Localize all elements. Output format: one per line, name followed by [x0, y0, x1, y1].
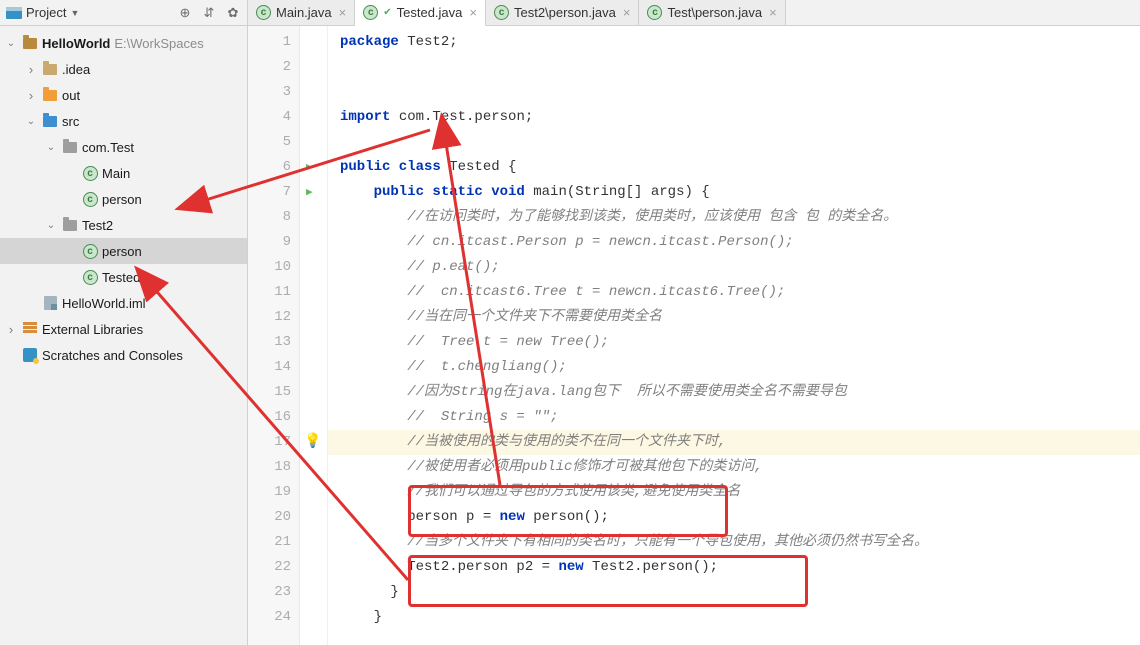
tree-label: Test2 — [82, 218, 113, 233]
tree-node-idea[interactable]: .idea — [0, 56, 247, 82]
class-icon: c — [494, 5, 509, 20]
scratch-icon — [23, 348, 37, 362]
tree-label: .idea — [62, 62, 90, 77]
tree-label: Tested — [102, 270, 140, 285]
close-icon[interactable]: × — [339, 5, 347, 20]
sidebar-toolbar: Project ▼ ⊕ ⇵ ✿ — [0, 0, 247, 26]
folder-icon — [43, 64, 57, 75]
tree-label: com.Test — [82, 140, 134, 155]
tree-label: HelloWorld — [42, 36, 110, 51]
tab-label: Test\person.java — [667, 5, 762, 20]
module-folder-icon — [23, 38, 37, 49]
code-content[interactable]: package Test2; import com.Test.person; p… — [328, 26, 1140, 645]
line-gutter: 123456789101112131415161718192021222324 — [248, 26, 300, 645]
tree-node-main[interactable]: c Main — [0, 160, 247, 186]
tree-label: person — [102, 244, 142, 259]
tree-node-test2[interactable]: Test2 — [0, 212, 247, 238]
editor-tabs: c Main.java × c ✔ Tested.java × c Test2\… — [248, 0, 1140, 26]
tree-label: HelloWorld.iml — [62, 296, 146, 311]
library-icon — [23, 322, 37, 336]
source-folder-icon — [43, 116, 57, 127]
run-icon[interactable]: ▶ — [306, 156, 313, 181]
package-icon — [63, 142, 77, 153]
class-icon: c — [256, 5, 271, 20]
chevron-down-icon[interactable]: ▼ — [70, 8, 79, 18]
project-sidebar: Project ▼ ⊕ ⇵ ✿ HelloWorld E:\WorkSpaces… — [0, 0, 248, 645]
close-icon[interactable]: × — [623, 5, 631, 20]
tree-label: Main — [102, 166, 130, 181]
check-icon: ✔ — [383, 7, 391, 18]
tab-test2-person[interactable]: c Test2\person.java × — [486, 0, 640, 25]
tree-node-src[interactable]: src — [0, 108, 247, 134]
tree-node-iml[interactable]: HelloWorld.iml — [0, 290, 247, 316]
tree-label: out — [62, 88, 80, 103]
class-icon: c — [83, 166, 98, 181]
tab-label: Main.java — [276, 5, 332, 20]
class-icon: c — [363, 5, 378, 20]
run-icon[interactable]: ▶ — [306, 181, 313, 206]
gutter-extras: ▶ ▶ 💡 — [300, 26, 328, 645]
close-icon[interactable]: × — [469, 5, 477, 20]
tree-node-person-comtest[interactable]: c person — [0, 186, 247, 212]
project-tree: HelloWorld E:\WorkSpaces .idea out src — [0, 26, 247, 372]
tree-label: src — [62, 114, 79, 129]
class-icon: c — [83, 270, 98, 285]
tab-test-person[interactable]: c Test\person.java × — [639, 0, 785, 25]
code-editor[interactable]: 123456789101112131415161718192021222324 … — [248, 26, 1140, 645]
tree-path: E:\WorkSpaces — [114, 36, 203, 51]
tab-main[interactable]: c Main.java × — [248, 0, 355, 25]
package-icon — [63, 220, 77, 231]
tree-node-out[interactable]: out — [0, 82, 247, 108]
locate-icon[interactable]: ⊕ — [177, 5, 193, 21]
folder-icon — [43, 90, 57, 101]
tree-node-person-test2[interactable]: c person — [0, 238, 247, 264]
tree-label: External Libraries — [42, 322, 143, 337]
tree-root[interactable]: HelloWorld E:\WorkSpaces — [0, 30, 247, 56]
tree-node-tested[interactable]: c Tested — [0, 264, 247, 290]
bulb-icon[interactable]: 💡 — [304, 430, 321, 455]
tree-node-extlib[interactable]: External Libraries — [0, 316, 247, 342]
editor-area: c Main.java × c ✔ Tested.java × c Test2\… — [248, 0, 1140, 645]
class-icon: c — [83, 192, 98, 207]
tree-label: Scratches and Consoles — [42, 348, 183, 363]
class-icon: c — [83, 244, 98, 259]
tree-node-comtest[interactable]: com.Test — [0, 134, 247, 160]
tree-node-scratch[interactable]: Scratches and Consoles — [0, 342, 247, 368]
tree-label: person — [102, 192, 142, 207]
project-dropdown-label[interactable]: Project — [26, 5, 66, 20]
iml-file-icon — [44, 296, 57, 310]
tab-label: Test2\person.java — [514, 5, 616, 20]
project-view-icon — [6, 7, 22, 19]
tab-tested[interactable]: c ✔ Tested.java × — [355, 0, 486, 26]
tab-label: Tested.java — [397, 5, 463, 20]
settings-icon[interactable]: ✿ — [225, 5, 241, 21]
class-icon: c — [647, 5, 662, 20]
close-icon[interactable]: × — [769, 5, 777, 20]
collapse-icon[interactable]: ⇵ — [201, 5, 217, 21]
